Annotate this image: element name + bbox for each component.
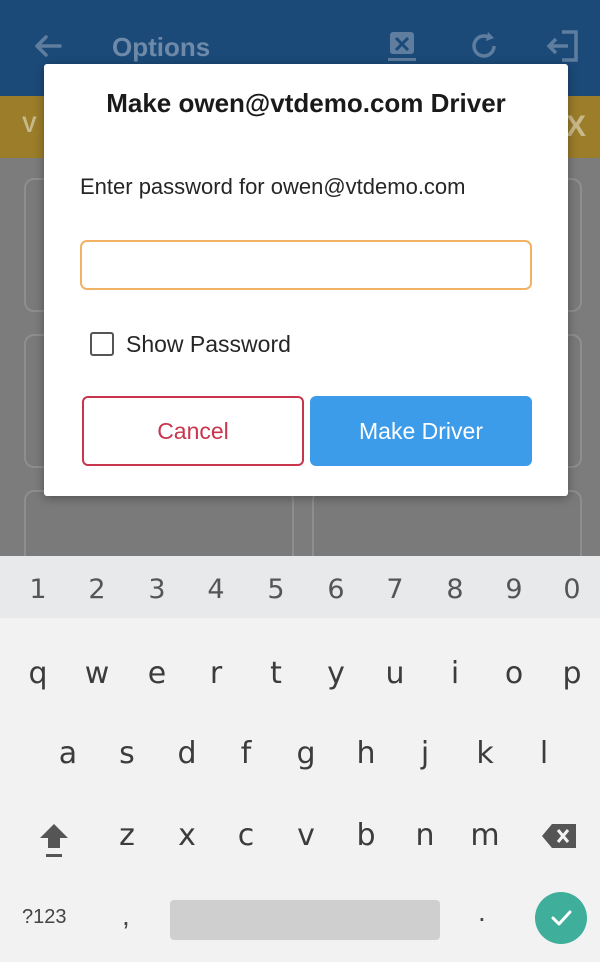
comma-key[interactable]: , — [122, 900, 130, 932]
key-4[interactable]: 4 — [196, 574, 236, 605]
key-t[interactable]: t — [256, 656, 296, 691]
options-tile — [312, 490, 582, 556]
key-5[interactable]: 5 — [256, 574, 296, 605]
show-password-row[interactable]: Show Password — [90, 326, 291, 362]
show-password-checkbox[interactable] — [90, 332, 114, 356]
key-8[interactable]: 8 — [435, 574, 475, 605]
refresh-icon[interactable] — [464, 26, 504, 66]
subbar-close-icon[interactable]: X — [566, 110, 586, 144]
key-j[interactable]: j — [405, 736, 445, 771]
key-d[interactable]: d — [167, 736, 207, 771]
key-c[interactable]: c — [226, 818, 266, 853]
key-b[interactable]: b — [346, 818, 386, 853]
key-h[interactable]: h — [346, 736, 386, 771]
backspace-icon[interactable] — [540, 820, 580, 852]
password-input[interactable] — [80, 240, 532, 290]
key-f[interactable]: f — [226, 736, 266, 771]
key-1[interactable]: 1 — [18, 574, 58, 605]
key-o[interactable]: o — [494, 656, 534, 691]
key-2[interactable]: 2 — [77, 574, 117, 605]
space-key[interactable] — [170, 900, 440, 940]
app-title: Options — [112, 32, 211, 62]
keyboard-number-row: 1 2 3 4 5 6 7 8 9 0 — [0, 556, 600, 618]
make-driver-dialog: Make owen@vtdemo.com Driver Enter passwo… — [44, 64, 568, 496]
options-tile — [24, 490, 294, 556]
key-v[interactable]: v — [286, 818, 326, 853]
key-r[interactable]: r — [196, 656, 236, 691]
cancel-button[interactable]: Cancel — [82, 396, 304, 466]
enter-key[interactable] — [535, 892, 587, 944]
make-driver-button[interactable]: Make Driver — [310, 396, 532, 466]
key-g[interactable]: g — [286, 736, 326, 771]
key-q[interactable]: q — [18, 656, 58, 691]
key-a[interactable]: a — [48, 736, 88, 771]
key-w[interactable]: w — [77, 656, 117, 691]
sync-delete-icon[interactable] — [382, 26, 422, 66]
key-s[interactable]: s — [107, 736, 147, 771]
key-i[interactable]: i — [435, 656, 475, 691]
show-password-label[interactable]: Show Password — [126, 331, 291, 358]
key-e[interactable]: e — [137, 656, 177, 691]
dialog-message: Enter password for owen@vtdemo.com — [80, 174, 466, 199]
shift-icon[interactable] — [34, 818, 74, 862]
symbols-key[interactable]: ?123 — [22, 906, 67, 929]
soft-keyboard: 1 2 3 4 5 6 7 8 9 0 q w e r t y u i o p … — [0, 556, 600, 962]
key-9[interactable]: 9 — [494, 574, 534, 605]
period-key[interactable]: . — [478, 896, 486, 928]
key-7[interactable]: 7 — [375, 574, 415, 605]
key-y[interactable]: y — [316, 656, 356, 691]
key-x[interactable]: x — [167, 818, 207, 853]
key-m[interactable]: m — [465, 818, 505, 853]
key-u[interactable]: u — [375, 656, 415, 691]
key-z[interactable]: z — [107, 818, 147, 853]
key-6[interactable]: 6 — [316, 574, 356, 605]
dialog-title: Make owen@vtdemo.com Driver — [106, 88, 506, 118]
key-0[interactable]: 0 — [552, 574, 592, 605]
key-n[interactable]: n — [405, 818, 445, 853]
key-p[interactable]: p — [552, 656, 592, 691]
logout-icon[interactable] — [544, 26, 584, 66]
key-k[interactable]: k — [465, 736, 505, 771]
subbar-text: V — [22, 112, 37, 137]
key-l[interactable]: l — [524, 736, 564, 771]
key-3[interactable]: 3 — [137, 574, 177, 605]
checkmark-icon — [551, 910, 572, 926]
back-arrow-icon[interactable] — [30, 28, 66, 64]
